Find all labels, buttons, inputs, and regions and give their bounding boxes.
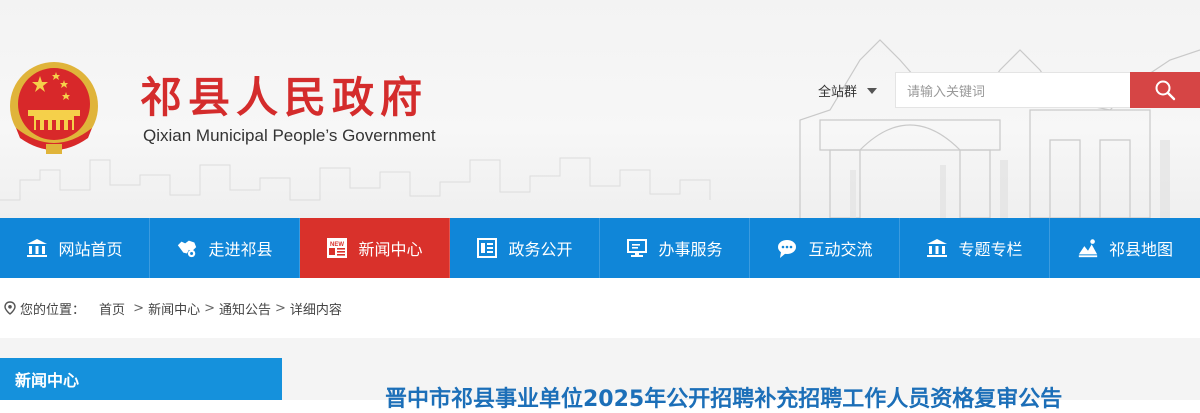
chat-icon	[776, 237, 798, 259]
news-icon: NEW	[326, 237, 348, 259]
nav-item-services[interactable]: 办事服务	[600, 218, 750, 278]
site-title-english: Qixian Municipal People’s Government	[143, 126, 436, 145]
nav-item-label: 祁县地图	[1108, 240, 1173, 259]
bank-icon	[26, 237, 48, 259]
nav-item-about[interactable]: 走进祁县	[150, 218, 300, 278]
main-navigation: 网站首页 走进祁县 NEW 新闻中心 政务公开 办事服务 互动交流 专题专栏 祁…	[0, 218, 1200, 278]
search-icon	[1155, 80, 1176, 101]
breadcrumb-item-current: 详细内容	[289, 302, 342, 318]
nav-item-government-affairs[interactable]: 政务公开	[450, 218, 600, 278]
breadcrumb-prefix: 您的位置：	[20, 302, 86, 318]
national-emblem-logo	[10, 62, 98, 154]
search-placeholder: 请输入关键词	[907, 84, 986, 100]
breadcrumb-separator: >	[204, 300, 215, 316]
bank-icon	[926, 237, 948, 259]
breadcrumb-item-home[interactable]: 首页	[99, 299, 125, 318]
site-group-dropdown[interactable]: 全站群	[818, 81, 878, 100]
map-region-icon	[176, 237, 198, 259]
article-title: 晋中市祁县事业单位2025年公开招聘补充招聘工作人员资格复审公告	[385, 387, 1063, 412]
breadcrumb-separator: >	[129, 300, 145, 316]
location-pin-icon	[4, 301, 16, 315]
nav-item-map[interactable]: 祁县地图	[1050, 218, 1200, 278]
content-area: 新闻中心 晋中市祁县事业单位2025年公开招聘补充招聘工作人员资格复审公告	[0, 338, 1200, 412]
chevron-down-icon	[867, 87, 878, 94]
nav-item-label: 办事服务	[658, 240, 723, 259]
landscape-icon	[1077, 237, 1099, 259]
monitor-icon	[626, 237, 648, 259]
breadcrumb-item-notices[interactable]: 通知公告	[219, 299, 271, 318]
sidebar-heading: 新闻中心	[0, 358, 282, 400]
search-input[interactable]: 请输入关键词	[895, 72, 1131, 108]
nav-item-home[interactable]: 网站首页	[0, 218, 150, 278]
nav-item-label: 新闻中心	[358, 240, 423, 259]
site-title: 祁县人民政府	[140, 73, 429, 122]
site-header: 祁县人民政府 Qixian Municipal People’s Governm…	[0, 0, 1200, 218]
breadcrumb: 您的位置： 首页 > 新闻中心 > 通知公告 > 详细内容	[0, 278, 1200, 338]
breadcrumb-item-news[interactable]: 新闻中心	[148, 299, 200, 318]
search-button[interactable]	[1130, 72, 1200, 108]
nav-item-label: 网站首页	[58, 240, 123, 259]
nav-item-interaction[interactable]: 互动交流	[750, 218, 900, 278]
nav-item-special-topics[interactable]: 专题专栏	[900, 218, 1050, 278]
nav-item-label: 政务公开	[508, 240, 573, 259]
svg-text:NEW: NEW	[330, 242, 344, 248]
nav-item-label: 走进祁县	[208, 240, 273, 259]
nav-item-label: 专题专栏	[958, 240, 1023, 259]
site-group-label: 全站群	[818, 85, 858, 100]
nav-item-news[interactable]: NEW 新闻中心	[300, 218, 450, 278]
breadcrumb-separator: >	[275, 300, 286, 316]
document-icon	[476, 237, 498, 259]
nav-item-label: 互动交流	[808, 240, 873, 259]
